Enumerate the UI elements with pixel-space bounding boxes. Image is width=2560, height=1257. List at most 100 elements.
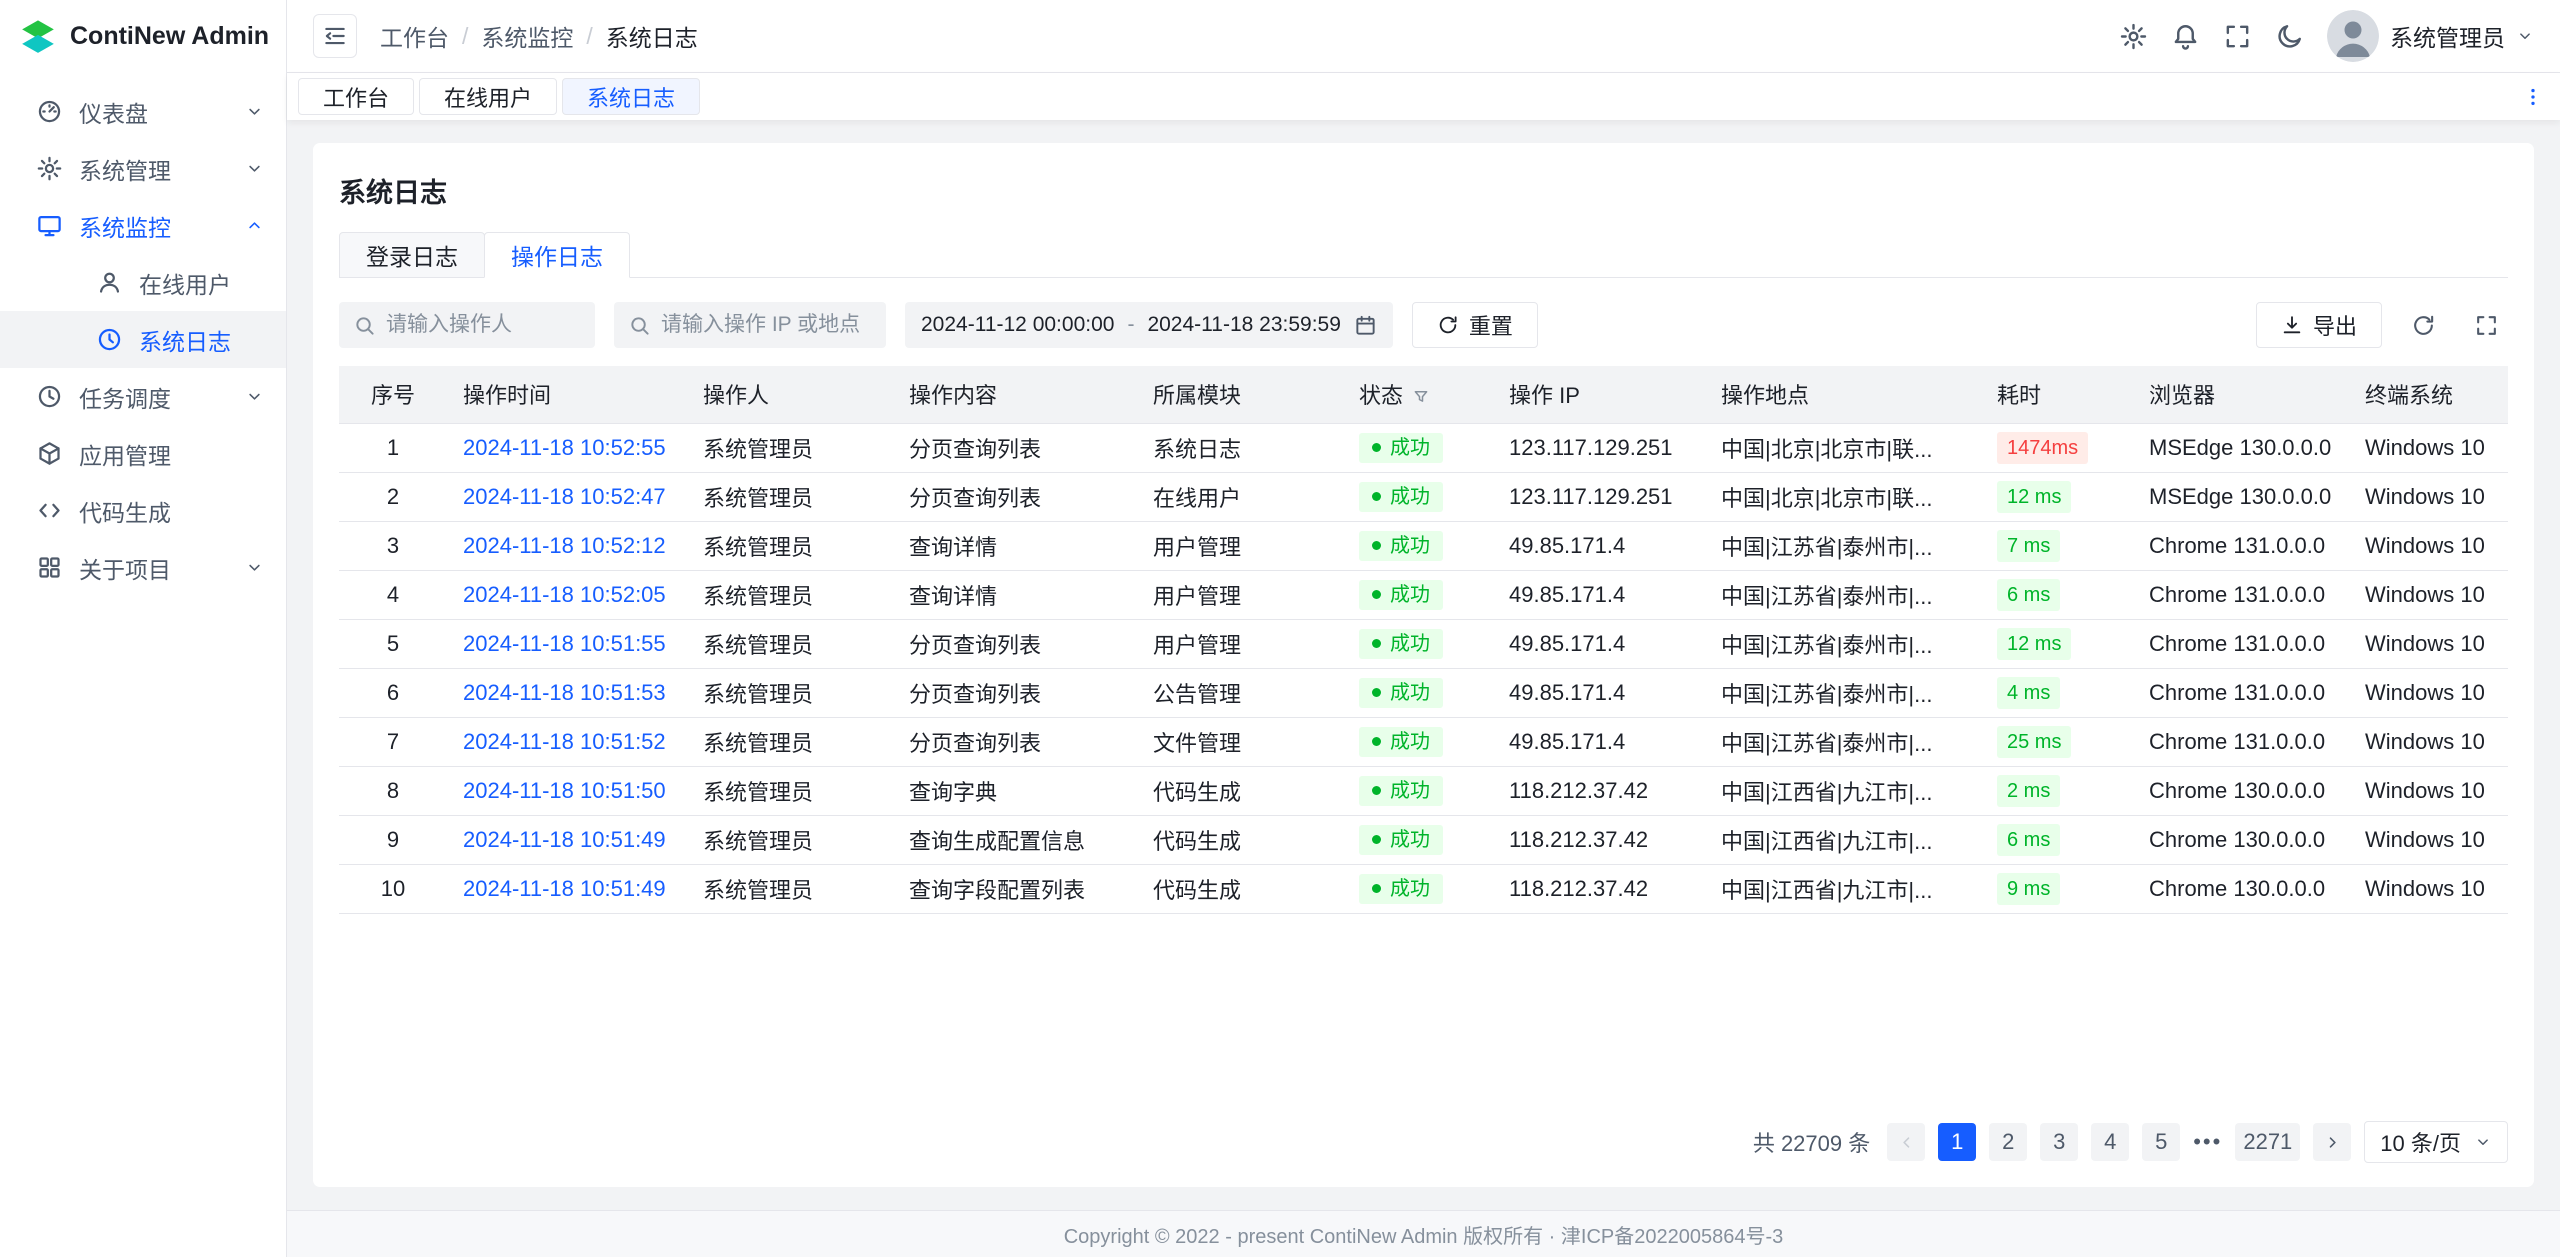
nav-tab-label: 系统日志	[587, 81, 675, 113]
prev-page-button[interactable]	[1887, 1123, 1925, 1161]
cell-duration: 9 ms	[1981, 864, 2133, 913]
sidebar-subitem[interactable]: 在线用户	[0, 254, 286, 311]
cell-ip: 118.212.37.42	[1493, 864, 1705, 913]
duration-badge: 6 ms	[1997, 579, 2060, 611]
page-button[interactable]: 3	[2040, 1123, 2078, 1161]
table-row: 92024-11-18 10:51:49系统管理员查询生成配置信息代码生成成功1…	[339, 815, 2508, 864]
log-tab[interactable]: 操作日志	[484, 232, 630, 278]
time-link[interactable]: 2024-11-18 10:51:53	[463, 680, 666, 705]
column-header-label: 状态	[1359, 383, 1403, 408]
operator-search-input[interactable]	[386, 313, 581, 337]
table-fullscreen-button[interactable]	[2464, 303, 2508, 347]
cell-module: 在线用户	[1137, 472, 1343, 521]
status-badge: 成功	[1359, 825, 1443, 855]
cell-time: 2024-11-18 10:51:49	[447, 815, 687, 864]
search-icon	[628, 314, 651, 337]
time-link[interactable]: 2024-11-18 10:52:05	[463, 582, 666, 607]
sidebar-item[interactable]: 代码生成	[0, 482, 286, 539]
log-tab[interactable]: 登录日志	[339, 232, 485, 278]
cell-ip: 49.85.171.4	[1493, 668, 1705, 717]
status-dot-icon	[1372, 835, 1381, 844]
settings-gear-icon[interactable]	[2119, 22, 2148, 51]
system-log-card: 系统日志 登录日志操作日志 2024-11-12 00:00:00 - 20	[313, 143, 2534, 1187]
chevron-down-icon	[245, 159, 264, 178]
refresh-icon	[2411, 313, 2436, 338]
cell-status: 成功	[1343, 668, 1493, 717]
pagination: 共 22709 条 12345 ••• 2271 10 条/页	[339, 1099, 2508, 1163]
time-link[interactable]: 2024-11-18 10:51:55	[463, 631, 666, 656]
cell-os: Windows 10	[2349, 668, 2508, 717]
notification-bell-icon[interactable]	[2171, 22, 2200, 51]
cell-location: 中国|江西省|九江市|...	[1705, 864, 1981, 913]
status-dot-icon	[1372, 737, 1381, 746]
export-button[interactable]: 导出	[2256, 302, 2382, 348]
log-tab-label: 操作日志	[511, 238, 603, 272]
time-link[interactable]: 2024-11-18 10:51:49	[463, 827, 666, 852]
sidebar-collapse-button[interactable]	[313, 14, 357, 58]
logo[interactable]: ContiNew Admin	[0, 0, 286, 73]
cell-index: 8	[339, 766, 447, 815]
tab-bar-more-icon[interactable]	[2506, 86, 2560, 108]
page-size-select[interactable]: 10 条/页	[2364, 1121, 2508, 1163]
page-button[interactable]: 4	[2091, 1123, 2129, 1161]
breadcrumb-item[interactable]: 系统日志	[606, 19, 698, 53]
pagination-total: 共 22709 条	[1753, 1126, 1870, 1158]
log-tab-label: 登录日志	[366, 238, 458, 272]
next-page-button[interactable]	[2313, 1123, 2351, 1161]
user-icon	[96, 269, 123, 296]
time-link[interactable]: 2024-11-18 10:51:49	[463, 876, 666, 901]
cell-time: 2024-11-18 10:52:05	[447, 570, 687, 619]
cell-os: Windows 10	[2349, 619, 2508, 668]
cell-location: 中国|江苏省|泰州市|...	[1705, 717, 1981, 766]
column-header-label: 终端系统	[2365, 383, 2453, 408]
date-start-value: 2024-11-12 00:00:00	[921, 313, 1114, 337]
breadcrumb-item[interactable]: 系统监控	[481, 19, 573, 53]
cell-os: Windows 10	[2349, 766, 2508, 815]
time-link[interactable]: 2024-11-18 10:52:12	[463, 533, 666, 558]
status-dot-icon	[1372, 443, 1381, 452]
sidebar-item[interactable]: 系统监控	[0, 197, 286, 254]
sidebar-item[interactable]: 任务调度	[0, 368, 286, 425]
cell-ip: 49.85.171.4	[1493, 521, 1705, 570]
cell-operator: 系统管理员	[687, 472, 893, 521]
last-page-button[interactable]: 2271	[2235, 1123, 2300, 1161]
ip-search-input[interactable]	[661, 313, 872, 337]
ip-search-field	[614, 302, 886, 348]
sidebar-item[interactable]: 应用管理	[0, 425, 286, 482]
page-title: 系统日志	[339, 171, 2508, 210]
breadcrumb-item[interactable]: 工作台	[380, 19, 449, 53]
log-table-header-row: 序号操作时间操作人操作内容所属模块状态操作 IP操作地点耗时浏览器终端系统	[339, 366, 2508, 423]
table-refresh-button[interactable]	[2401, 303, 2445, 347]
dark-mode-moon-icon[interactable]	[2275, 22, 2304, 51]
page-button[interactable]: 2	[1989, 1123, 2027, 1161]
sidebar-item[interactable]: 仪表盘	[0, 83, 286, 140]
table-row: 62024-11-18 10:51:53系统管理员分页查询列表公告管理成功49.…	[339, 668, 2508, 717]
cell-time: 2024-11-18 10:51:52	[447, 717, 687, 766]
cell-index: 6	[339, 668, 447, 717]
page-button[interactable]: 1	[1938, 1123, 1976, 1161]
date-end-value: 2024-11-18 23:59:59	[1147, 313, 1340, 337]
user-menu[interactable]: 系统管理员	[2327, 10, 2534, 62]
cell-index: 10	[339, 864, 447, 913]
date-range-picker[interactable]: 2024-11-12 00:00:00 - 2024-11-18 23:59:5…	[905, 302, 1393, 348]
time-link[interactable]: 2024-11-18 10:51:52	[463, 729, 666, 754]
nav-tab[interactable]: 工作台	[298, 78, 414, 115]
time-link[interactable]: 2024-11-18 10:52:55	[463, 435, 666, 460]
time-link[interactable]: 2024-11-18 10:51:50	[463, 778, 666, 803]
nav-tab[interactable]: 系统日志	[562, 78, 700, 115]
sidebar-item[interactable]: 系统管理	[0, 140, 286, 197]
box-icon	[36, 440, 63, 467]
cell-operator: 系统管理员	[687, 815, 893, 864]
page-button[interactable]: 5	[2142, 1123, 2180, 1161]
pagination-ellipsis[interactable]: •••	[2193, 1129, 2222, 1155]
time-link[interactable]: 2024-11-18 10:52:47	[463, 484, 666, 509]
chevron-down-icon	[2516, 27, 2534, 45]
status-badge: 成功	[1359, 531, 1443, 561]
fullscreen-icon[interactable]	[2223, 22, 2252, 51]
column-header: 操作地点	[1705, 366, 1981, 423]
sidebar-item[interactable]: 关于项目	[0, 539, 286, 596]
sidebar-subitem[interactable]: 系统日志	[0, 311, 286, 368]
nav-tab[interactable]: 在线用户	[419, 78, 557, 115]
reset-button[interactable]: 重置	[1412, 302, 1538, 348]
sidebar-subitem-label: 在线用户	[139, 266, 264, 300]
